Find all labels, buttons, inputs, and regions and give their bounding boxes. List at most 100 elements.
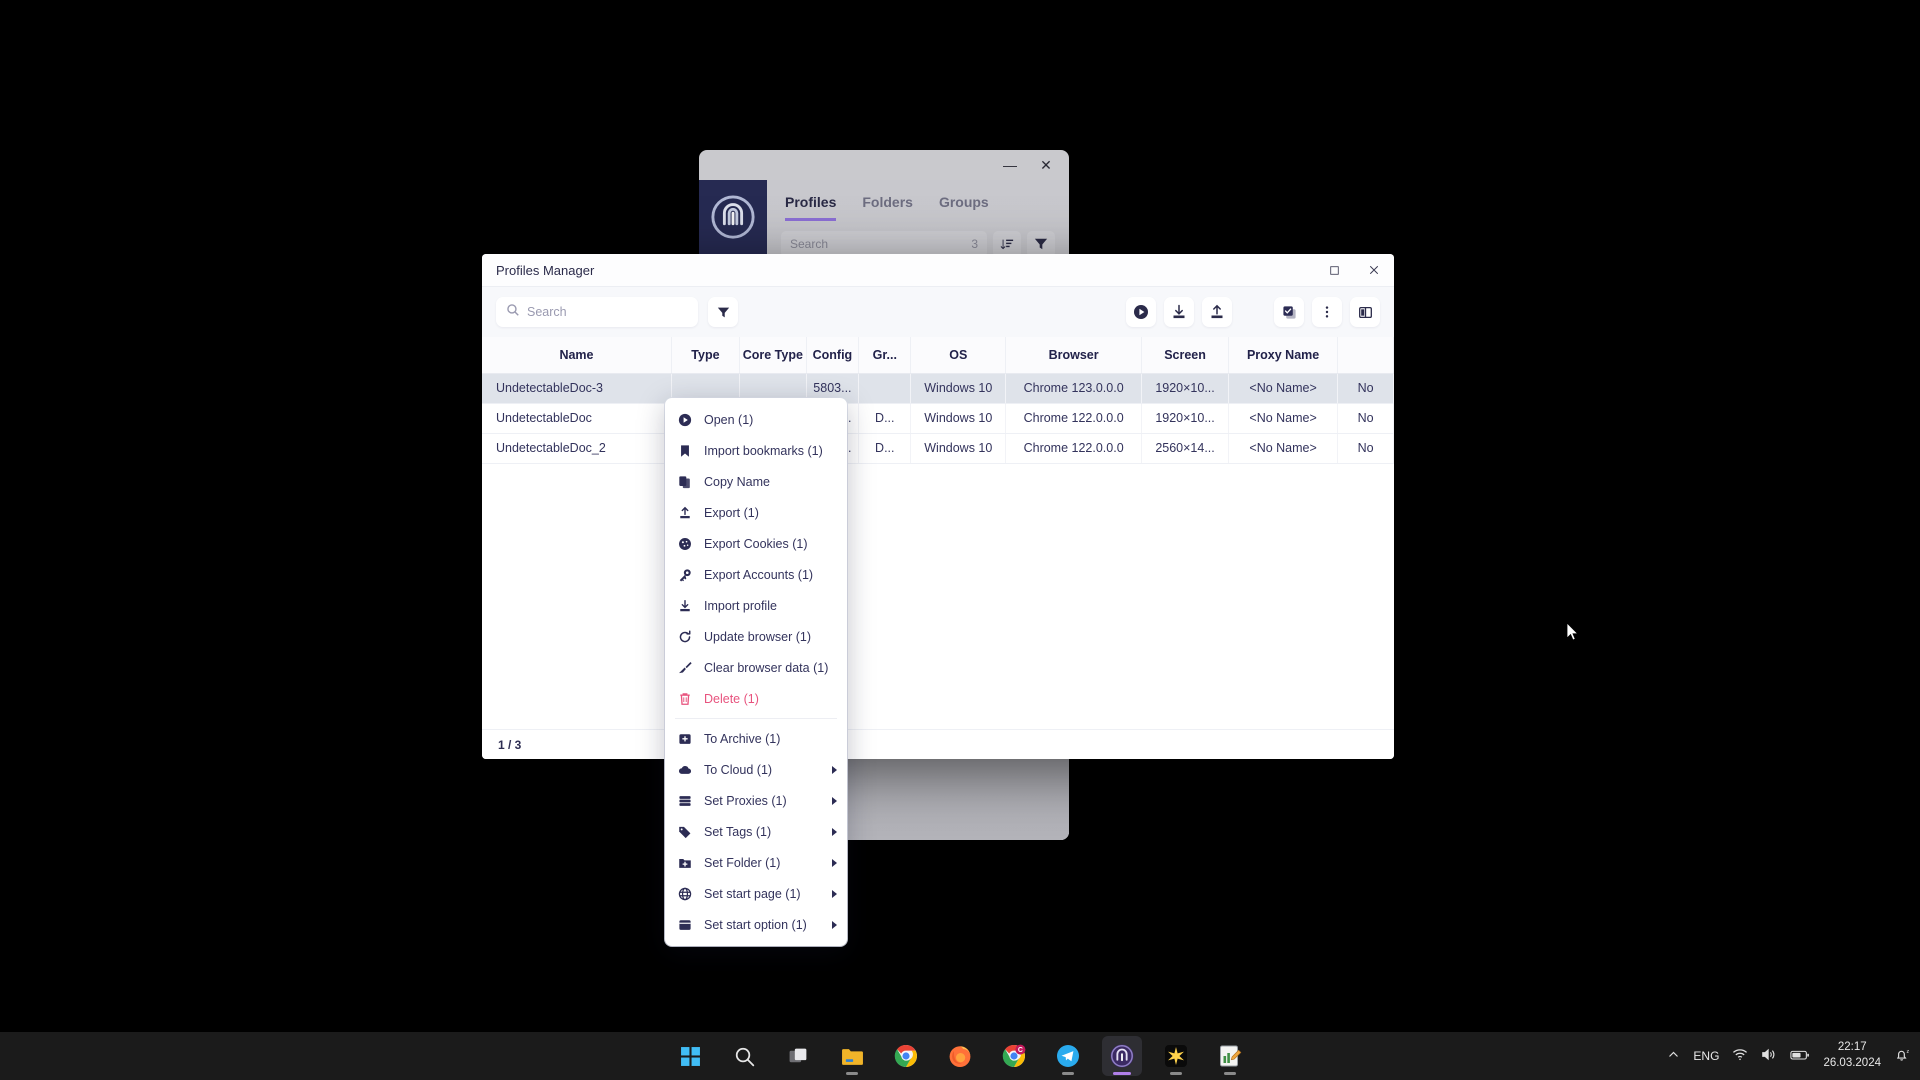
table-header-row: Name Type Core Type Config Gr... OS Brow… bbox=[482, 337, 1394, 374]
taskbar-search[interactable] bbox=[724, 1036, 764, 1076]
file-explorer[interactable] bbox=[832, 1036, 872, 1076]
menu-item-label: Clear browser data (1) bbox=[704, 660, 829, 675]
filter-funnel-icon[interactable] bbox=[708, 297, 738, 327]
more-options-button[interactable] bbox=[1312, 297, 1342, 327]
taskbar: C ENG 22:17 26.03.2024 z bbox=[0, 1032, 1920, 1080]
cell-screen: 1920×10... bbox=[1141, 373, 1229, 404]
toolbar-primary-actions bbox=[1126, 297, 1232, 327]
undetectable-browser[interactable] bbox=[1102, 1036, 1142, 1076]
search-input[interactable] bbox=[527, 305, 688, 319]
bell-quiet-icon[interactable]: z bbox=[1894, 1047, 1910, 1066]
wifi-icon[interactable] bbox=[1732, 1047, 1748, 1065]
column-header-proxy-name[interactable]: Proxy Name bbox=[1228, 337, 1339, 374]
dialog-maximize-button[interactable] bbox=[1314, 254, 1354, 287]
menu-item-label: Set start page (1) bbox=[704, 886, 801, 901]
column-header-type[interactable]: Type bbox=[671, 337, 740, 374]
column-header-group[interactable]: Gr... bbox=[858, 337, 912, 374]
search-field-wrapper[interactable] bbox=[496, 297, 698, 327]
background-minimize-button[interactable]: — bbox=[993, 152, 1027, 178]
submenu-arrow-icon bbox=[832, 920, 837, 929]
pagination-status: 1 / 3 bbox=[498, 737, 522, 752]
menu-item-update-browser[interactable]: Update browser (1) bbox=[665, 621, 847, 652]
column-header-extra[interactable] bbox=[1337, 337, 1394, 374]
dialog-close-button[interactable] bbox=[1354, 254, 1394, 287]
column-header-os[interactable]: OS bbox=[910, 337, 1007, 374]
table-row[interactable]: UndetectableDoc 5677... D... Windows 10 … bbox=[482, 403, 1394, 434]
select-all-button[interactable] bbox=[1274, 297, 1304, 327]
copy-icon bbox=[677, 474, 693, 490]
menu-item-label: Export Cookies (1) bbox=[704, 536, 808, 551]
columns-button[interactable] bbox=[1350, 297, 1380, 327]
menu-item-export-accounts[interactable]: Export Accounts (1) bbox=[665, 559, 847, 590]
menu-item-label: Copy Name bbox=[704, 474, 770, 489]
firefox[interactable] bbox=[940, 1036, 980, 1076]
running-indicator bbox=[1170, 1072, 1182, 1075]
window-icon bbox=[677, 917, 693, 933]
battery-icon[interactable] bbox=[1790, 1048, 1810, 1065]
submenu-arrow-icon bbox=[832, 889, 837, 898]
submenu-arrow-icon bbox=[832, 858, 837, 867]
menu-item-delete[interactable]: Delete (1) bbox=[665, 683, 847, 714]
background-close-button[interactable]: ✕ bbox=[1029, 152, 1063, 178]
cell-screen: 2560×14... bbox=[1141, 433, 1229, 464]
profile-context-menu: Open (1) Import bookmarks (1) Copy Name … bbox=[665, 398, 847, 946]
menu-item-to-archive[interactable]: To Archive (1) bbox=[665, 723, 847, 754]
menu-item-open[interactable]: Open (1) bbox=[665, 404, 847, 435]
menu-item-set-start-page[interactable]: Set start page (1) bbox=[665, 878, 847, 909]
menu-item-label: Export Accounts (1) bbox=[704, 567, 814, 582]
profiles-table-wrapper: Name Type Core Type Config Gr... OS Brow… bbox=[482, 337, 1394, 729]
tab-folders[interactable]: Folders bbox=[862, 194, 913, 221]
tab-profiles[interactable]: Profiles bbox=[785, 194, 837, 221]
menu-item-set-tags[interactable]: Set Tags (1) bbox=[665, 816, 847, 847]
chevron-up-icon[interactable] bbox=[1667, 1048, 1680, 1064]
menu-item-export[interactable]: Export (1) bbox=[665, 497, 847, 528]
svg-text:z: z bbox=[1906, 1049, 1909, 1055]
globe-icon bbox=[677, 886, 693, 902]
menu-item-set-start-option[interactable]: Set start option (1) bbox=[665, 909, 847, 940]
column-header-name[interactable]: Name bbox=[482, 337, 672, 374]
chrome[interactable] bbox=[886, 1036, 926, 1076]
download-icon bbox=[677, 598, 693, 614]
table-body: UndetectableDoc-3 5803... Windows 10 Chr… bbox=[482, 373, 1394, 464]
menu-item-to-cloud[interactable]: To Cloud (1) bbox=[665, 754, 847, 785]
bookmark-icon bbox=[677, 443, 693, 459]
telegram[interactable] bbox=[1048, 1036, 1088, 1076]
menu-item-import-bookmarks[interactable]: Import bookmarks (1) bbox=[665, 435, 847, 466]
dialog-title: Profiles Manager bbox=[496, 262, 595, 278]
key-icon bbox=[677, 567, 693, 583]
profiles-table: Name Type Core Type Config Gr... OS Brow… bbox=[482, 337, 1394, 464]
menu-item-set-folder[interactable]: Set Folder (1) bbox=[665, 847, 847, 878]
cell-proxy-name: <No Name> bbox=[1228, 403, 1339, 434]
menu-item-import-profile[interactable]: Import profile bbox=[665, 590, 847, 621]
column-header-config[interactable]: Config bbox=[806, 337, 860, 374]
clock-time: 22:17 bbox=[1837, 1041, 1867, 1054]
menu-item-export-cookies[interactable]: Export Cookies (1) bbox=[665, 528, 847, 559]
star-app[interactable] bbox=[1156, 1036, 1196, 1076]
column-header-screen[interactable]: Screen bbox=[1141, 337, 1229, 374]
chrome-canary[interactable]: C bbox=[994, 1036, 1034, 1076]
menu-item-label: Export (1) bbox=[704, 505, 759, 520]
menu-item-set-proxies[interactable]: Set Proxies (1) bbox=[665, 785, 847, 816]
cell-group bbox=[858, 373, 912, 404]
task-view[interactable] bbox=[778, 1036, 818, 1076]
language-indicator[interactable]: ENG bbox=[1693, 1049, 1719, 1063]
start-button[interactable] bbox=[670, 1036, 710, 1076]
cell-name: UndetectableDoc-3 bbox=[482, 373, 672, 404]
export-button[interactable] bbox=[1202, 297, 1232, 327]
cell-proxy-name: <No Name> bbox=[1228, 373, 1339, 404]
run-profile-button[interactable] bbox=[1126, 297, 1156, 327]
editor-app[interactable] bbox=[1210, 1036, 1250, 1076]
table-row[interactable]: UndetectableDoc-3 5803... Windows 10 Chr… bbox=[482, 373, 1394, 404]
column-header-browser[interactable]: Browser bbox=[1005, 337, 1143, 374]
speaker-icon[interactable] bbox=[1761, 1047, 1777, 1065]
menu-item-copy-name[interactable]: Copy Name bbox=[665, 466, 847, 497]
cell-group: D... bbox=[858, 433, 912, 464]
tab-groups[interactable]: Groups bbox=[939, 194, 989, 221]
clock[interactable]: 22:17 26.03.2024 bbox=[1823, 1040, 1881, 1071]
column-header-core-type[interactable]: Core Type bbox=[739, 337, 807, 374]
background-search-row: Search 3 bbox=[767, 221, 1069, 257]
menu-item-clear-browser-data[interactable]: Clear browser data (1) bbox=[665, 652, 847, 683]
table-row[interactable]: UndetectableDoc_2 5677... D... Windows 1… bbox=[482, 433, 1394, 464]
play-circle-icon bbox=[677, 412, 693, 428]
import-button[interactable] bbox=[1164, 297, 1194, 327]
